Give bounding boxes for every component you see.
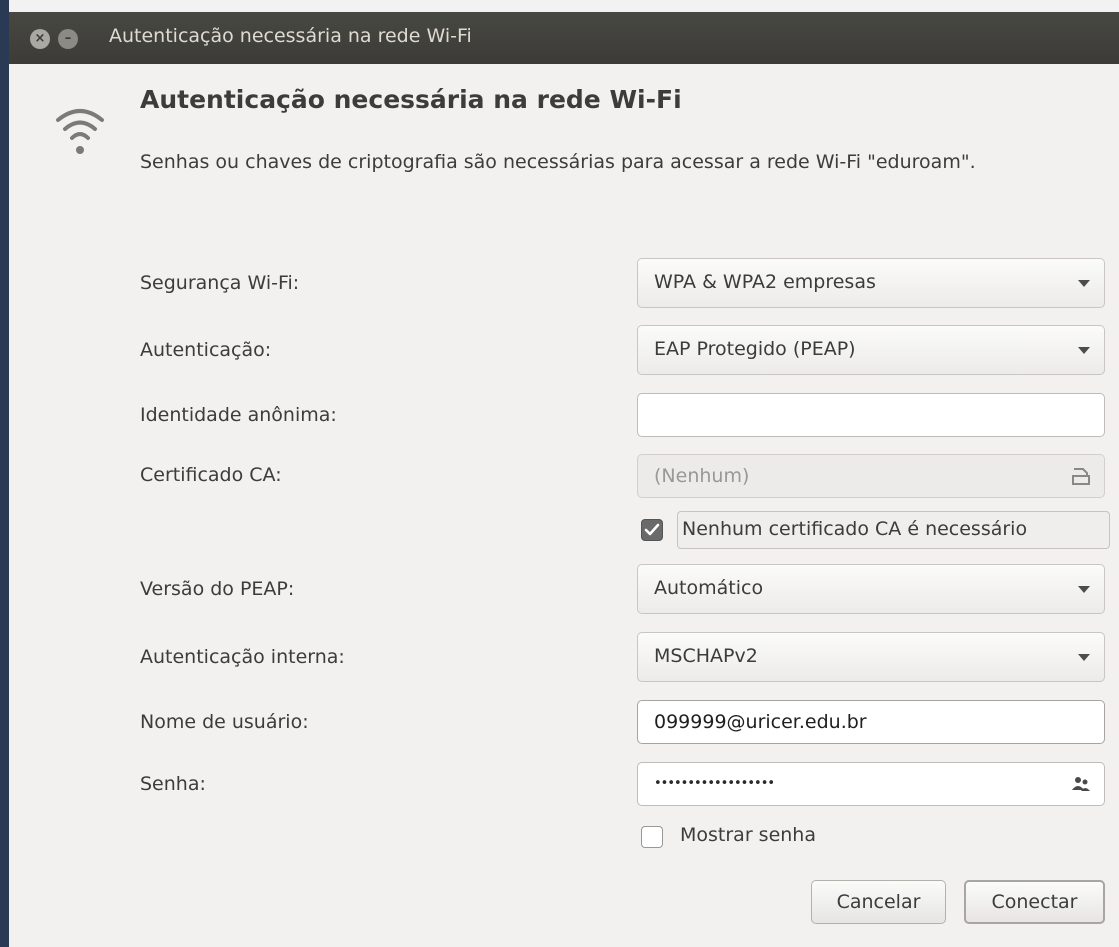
dialog-heading: Autenticação necessária na rede Wi-Fi xyxy=(140,85,682,114)
wifi-icon xyxy=(56,109,104,154)
show-password-label[interactable]: Mostrar senha xyxy=(680,824,816,846)
ca-certificate-value: (Nenhum) xyxy=(654,465,750,487)
file-open-icon xyxy=(1072,468,1090,485)
dialog-description: Senhas ou chaves de criptografia são nec… xyxy=(140,151,976,173)
chevron-down-icon xyxy=(1078,586,1090,593)
ca-certificate-label: Certificado CA: xyxy=(140,464,282,486)
inner-auth-value: MSCHAPv2 xyxy=(654,645,758,667)
show-password-checkbox[interactable] xyxy=(641,826,663,848)
users-icon[interactable] xyxy=(1070,773,1092,795)
authentication-select[interactable]: EAP Protegido (PEAP) xyxy=(637,325,1105,375)
security-label: Segurança Wi-Fi: xyxy=(140,272,300,294)
peap-version-select[interactable]: Automático xyxy=(637,564,1105,614)
minimize-icon: – xyxy=(64,31,72,46)
inner-auth-select[interactable]: MSCHAPv2 xyxy=(637,632,1105,682)
security-select[interactable]: WPA & WPA2 empresas xyxy=(637,258,1105,308)
inner-auth-label: Autenticação interna: xyxy=(140,646,345,668)
minimize-button[interactable]: – xyxy=(58,29,78,49)
close-button[interactable]: × xyxy=(30,29,50,49)
close-icon: × xyxy=(34,31,46,46)
window-title: Autenticação necessária na rede Wi-Fi xyxy=(109,25,472,47)
username-value: 099999@uricer.edu.br xyxy=(654,711,867,733)
username-input[interactable]: 099999@uricer.edu.br xyxy=(637,700,1105,744)
checkmark-icon xyxy=(644,523,660,536)
chevron-down-icon xyxy=(1078,347,1090,354)
peap-version-value: Automático xyxy=(654,577,764,599)
authentication-value: EAP Protegido (PEAP) xyxy=(654,338,856,360)
security-value: WPA & WPA2 empresas xyxy=(654,271,876,293)
username-label: Nome de usuário: xyxy=(140,711,309,733)
desktop-edge xyxy=(0,0,9,947)
ca-certificate-chooser[interactable]: (Nenhum) xyxy=(637,454,1105,498)
password-value: •••••••••••••••••• xyxy=(654,776,775,791)
cancel-button[interactable]: Cancelar xyxy=(811,880,946,924)
chevron-down-icon xyxy=(1078,654,1090,661)
anonymous-identity-input[interactable] xyxy=(637,393,1105,437)
window-titlebar[interactable]: × – Autenticação necessária na rede Wi-F… xyxy=(9,0,1119,64)
password-input[interactable]: •••••••••••••••••• xyxy=(637,762,1105,806)
peap-version-label: Versão do PEAP: xyxy=(140,578,295,600)
connect-button[interactable]: Conectar xyxy=(964,880,1105,924)
no-ca-required-label[interactable]: Nenhum certificado CA é necessário xyxy=(677,511,1110,549)
anonymous-identity-label: Identidade anônima: xyxy=(140,404,337,426)
chevron-down-icon xyxy=(1078,280,1090,287)
password-label: Senha: xyxy=(140,773,206,795)
no-ca-required-checkbox[interactable] xyxy=(641,519,663,541)
authentication-label: Autenticação: xyxy=(140,339,272,361)
